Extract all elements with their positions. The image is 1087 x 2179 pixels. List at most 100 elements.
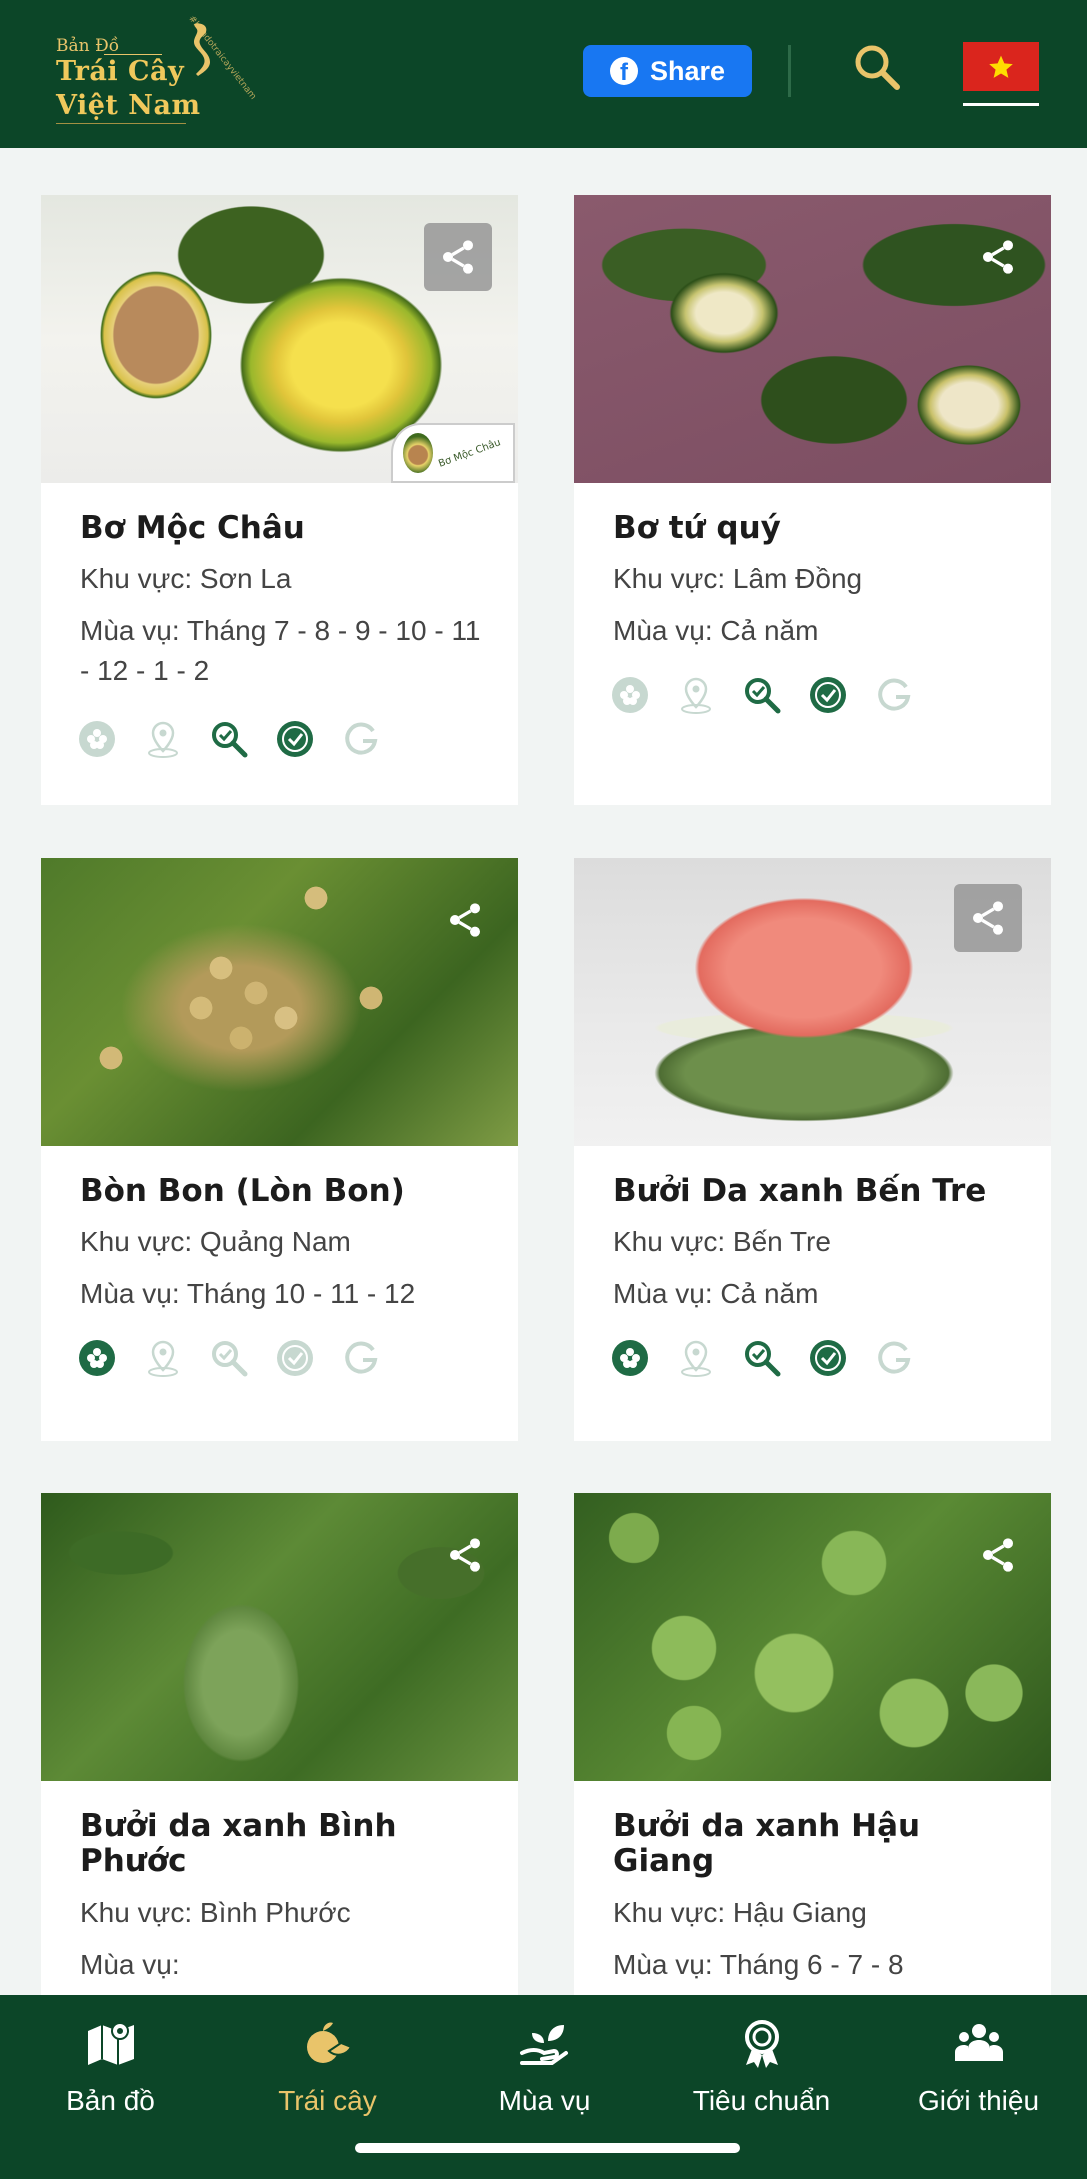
location-badge — [143, 1338, 183, 1378]
flower-icon — [79, 721, 115, 757]
fruit-title: Bơ tứ quý — [613, 510, 781, 546]
share-icon — [443, 240, 473, 274]
share-icon — [450, 1538, 480, 1572]
tab-standards[interactable]: Tiêu chuẩn — [653, 2017, 870, 2127]
tab-map[interactable]: Bản đồ — [2, 2017, 219, 2127]
certification-badges — [610, 1338, 914, 1378]
fruit-title: Bưởi Da xanh Bến Tre — [613, 1173, 987, 1209]
fruit-photo — [574, 195, 1051, 483]
location-pin-icon — [681, 677, 711, 714]
tab-about[interactable]: Giới thiệu — [870, 2017, 1087, 2127]
location-pin-icon — [148, 721, 178, 758]
fruit-card[interactable]: Bưởi da xanh Bình Phước Khu vực: Bình Ph… — [41, 1493, 518, 1995]
fruit-photo — [574, 1493, 1051, 1781]
certified-badge — [275, 1338, 315, 1378]
fruit-region: Khu vực: Bến Tre — [613, 1226, 831, 1257]
tab-label: Trái cây — [278, 2085, 377, 2116]
facebook-icon: f — [609, 57, 638, 85]
fruit-season: Mùa vụ: Tháng 7 - 8 - 9 - 10 - 11 - 12 -… — [80, 615, 481, 686]
certified-icon — [277, 721, 313, 757]
gap-badge — [341, 719, 381, 759]
fruit-photo — [41, 858, 518, 1146]
gap-badge — [874, 675, 914, 715]
flower-badge — [77, 719, 117, 759]
flower-badge — [77, 1338, 117, 1378]
award-icon — [744, 2020, 779, 2068]
certified-icon — [810, 1340, 846, 1376]
fruit-title: Bơ Mộc Châu — [80, 510, 305, 546]
gap-badge — [341, 1338, 381, 1378]
location-badge — [676, 1338, 716, 1378]
tab-season[interactable]: Mùa vụ — [436, 2017, 653, 2127]
flower-icon — [612, 1340, 648, 1376]
certification-badges — [610, 675, 914, 715]
share-button[interactable] — [954, 884, 1022, 952]
share-button[interactable] — [431, 1521, 499, 1589]
flower-icon — [612, 677, 648, 713]
gap-icon — [345, 1341, 378, 1374]
gap-badge — [874, 1338, 914, 1378]
inspect-badge — [209, 719, 249, 759]
photo-thumbnail-badge: Bơ Mộc Châu — [391, 423, 515, 483]
certified-icon — [810, 677, 846, 713]
fruit-title: Bưởi da xanh Bình Phước — [80, 1808, 397, 1879]
share-button[interactable] — [424, 223, 492, 291]
fruit-season: Mùa vụ: Tháng 10 - 11 - 12 — [80, 1278, 416, 1309]
certified-badge — [808, 675, 848, 715]
fruit-region: Khu vực: Bình Phước — [80, 1897, 351, 1928]
logo-title-line2: Việt Nam — [56, 90, 201, 121]
fruit-photo — [41, 1493, 518, 1781]
language-selected-indicator — [963, 103, 1039, 106]
app-logo[interactable]: Bản Đồ Trái Cây Việt Nam #bandotraicayvi… — [44, 14, 258, 132]
fruit-card[interactable]: Bưởi da xanh Hậu Giang Khu vực: Hậu Gian… — [574, 1493, 1051, 1995]
inspect-badge — [742, 1338, 782, 1378]
certified-badge — [808, 1338, 848, 1378]
fruit-region: Khu vực: Hậu Giang — [613, 1897, 867, 1928]
map-icon — [87, 2022, 134, 2065]
gap-icon — [345, 722, 378, 755]
certification-badges — [77, 1338, 381, 1378]
location-badge — [143, 719, 183, 759]
share-icon — [983, 1538, 1013, 1572]
share-button[interactable] — [964, 223, 1032, 291]
inspect-icon — [212, 722, 248, 758]
fruit-title: Bòn Bon (Lòn Bon) — [80, 1173, 405, 1209]
inspect-icon — [212, 1341, 248, 1377]
fruit-card[interactable]: Bơ tứ quý Khu vực: Lâm Đồng Mùa vụ: Cả n… — [574, 195, 1051, 805]
fruit-card[interactable]: Bưởi Da xanh Bến Tre Khu vực: Bến Tre Mù… — [574, 858, 1051, 1441]
logo-rule — [104, 54, 162, 55]
tab-fruit[interactable]: Trái cây — [219, 2017, 436, 2127]
share-icon — [973, 901, 1003, 935]
fruit-photo — [574, 858, 1051, 1146]
inspect-badge — [742, 675, 782, 715]
header-divider — [788, 45, 791, 97]
tab-label: Tiêu chuẩn — [692, 2085, 831, 2116]
fruit-season: Mùa vụ: — [80, 1949, 180, 1980]
fruit-season: Mùa vụ: Tháng 6 - 7 - 8 — [613, 1949, 904, 1980]
location-pin-icon — [148, 1340, 178, 1377]
fruit-card[interactable]: Bơ Mộc Châu Bơ Mộc Châu Khu vực: Sơn La … — [41, 195, 518, 805]
fruit-season: Mùa vụ: Cả năm — [613, 615, 819, 646]
home-indicator[interactable] — [355, 2143, 740, 2153]
location-badge — [676, 675, 716, 715]
fruit-list[interactable]: Bơ Mộc Châu Bơ Mộc Châu Khu vực: Sơn La … — [0, 148, 1087, 1995]
fruit-region: Khu vực: Quảng Nam — [80, 1226, 351, 1257]
tab-label: Giới thiệu — [917, 2085, 1040, 2116]
flower-badge — [610, 675, 650, 715]
certified-icon — [277, 1340, 313, 1376]
fruit-card[interactable]: Bòn Bon (Lòn Bon) Khu vực: Quảng Nam Mùa… — [41, 858, 518, 1441]
search-icon[interactable] — [852, 42, 902, 92]
flower-icon — [79, 1340, 115, 1376]
fruit-title: Bưởi da xanh Hậu Giang — [613, 1808, 921, 1879]
share-button[interactable] — [964, 1521, 1032, 1589]
logo-underline — [56, 123, 186, 124]
share-icon — [450, 903, 480, 937]
share-icon — [983, 240, 1013, 274]
facebook-share-button[interactable]: f Share — [583, 45, 752, 97]
inspect-badge — [209, 1338, 249, 1378]
harvest-icon — [519, 2025, 568, 2065]
fruit-season: Mùa vụ: Cả năm — [613, 1278, 819, 1309]
language-flag-button[interactable] — [963, 42, 1039, 91]
share-button[interactable] — [431, 886, 499, 954]
tab-label: Mùa vụ — [498, 2085, 591, 2116]
